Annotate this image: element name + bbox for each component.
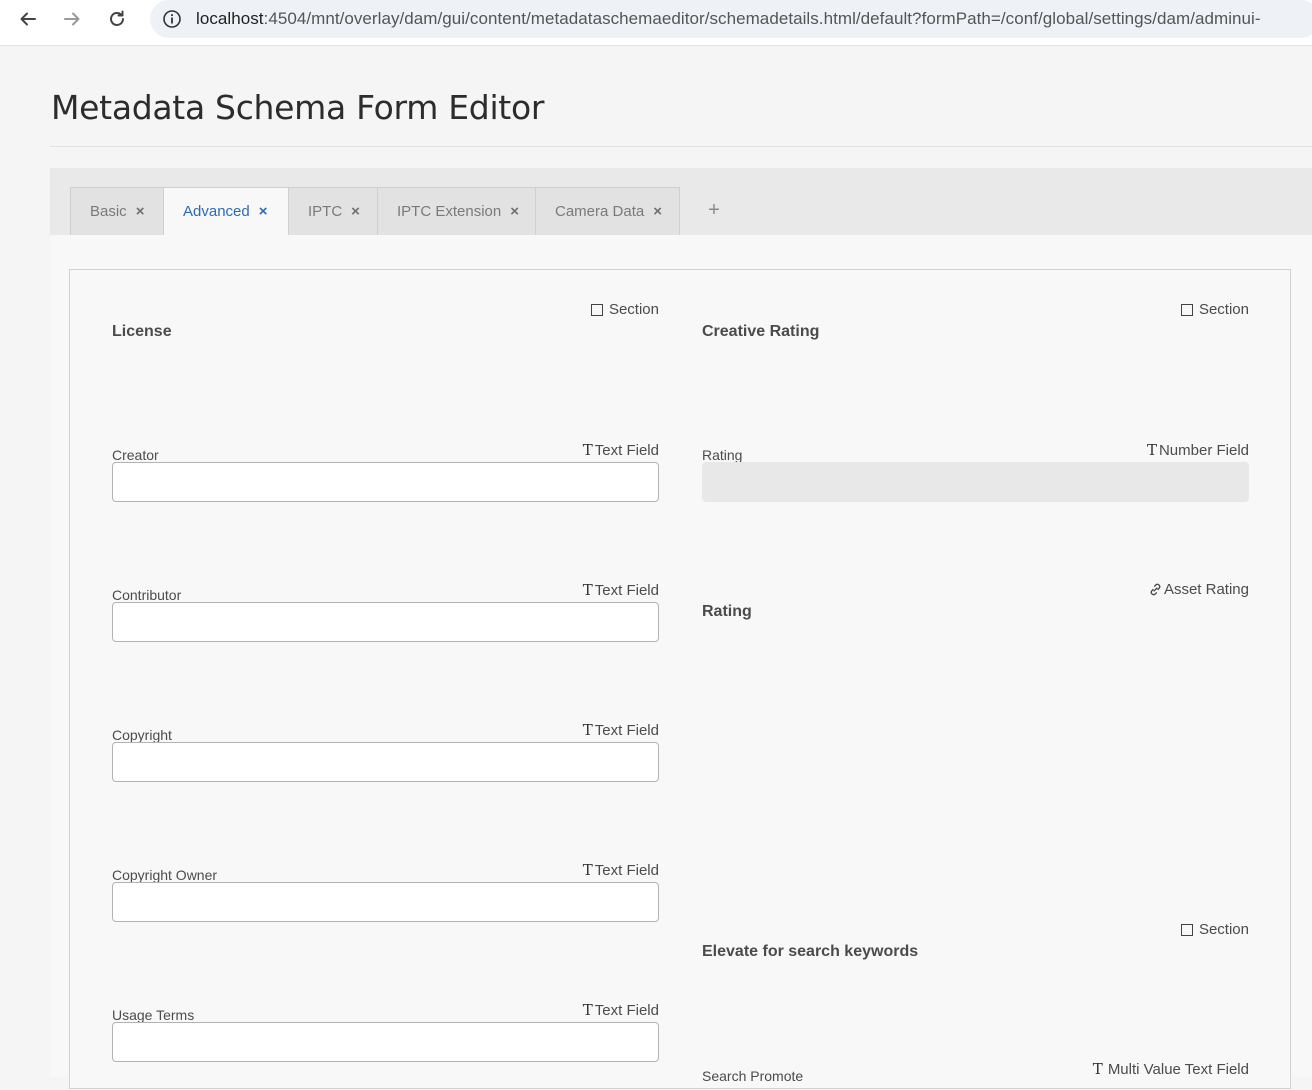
type-label: Section [1198, 301, 1249, 318]
asset-rating-item[interactable]: Asset Rating Rating [702, 581, 1249, 641]
type-label: Number Field [1158, 441, 1249, 459]
type-tag: T Multi Value Text Field [1093, 1060, 1249, 1078]
close-icon[interactable]: × [510, 204, 519, 219]
license-section[interactable]: Section License [112, 301, 659, 361]
text-type-icon: T [582, 721, 593, 739]
checkbox-icon [1180, 924, 1193, 936]
type-label: Multi Value Text Field [1107, 1060, 1249, 1078]
title-divider [50, 146, 1312, 147]
text-type-icon: T [1092, 1060, 1103, 1078]
creator-input[interactable] [112, 462, 659, 502]
back-button[interactable] [13, 6, 43, 32]
elevate-search-section[interactable]: Section Elevate for search keywords [702, 921, 1249, 981]
url-text[interactable]: localhost:4504/mnt/overlay/dam/gui/conte… [196, 9, 1261, 29]
type-tag: Asset Rating [1148, 581, 1249, 598]
section-heading: Elevate for search keywords [702, 943, 919, 960]
contributor-field-item[interactable]: T Text Field Contributor [112, 581, 659, 651]
field-label: Rating [702, 447, 743, 463]
checkbox-icon [590, 304, 603, 316]
field-label: Search Promote [702, 1068, 804, 1084]
type-tag: T Text Field [583, 721, 659, 739]
reload-icon [110, 10, 124, 26]
field-label: Contributor [112, 587, 182, 603]
copyright-owner-field-item[interactable]: T Text Field Copyright Owner [112, 861, 659, 931]
tab-iptc-extension[interactable]: IPTC Extension × [377, 187, 536, 235]
usage-terms-field-item[interactable]: T Text Field Usage Terms [112, 1001, 659, 1071]
close-icon[interactable]: × [259, 204, 268, 219]
checkbox-icon [1180, 304, 1193, 316]
type-label: Section [1198, 921, 1249, 938]
tab-label: IPTC [308, 203, 343, 220]
contributor-input[interactable] [112, 602, 659, 642]
field-label: Copyright [112, 727, 172, 743]
forward-button[interactable] [57, 6, 87, 32]
reload-button[interactable] [102, 6, 132, 32]
creator-field-item[interactable]: T Text Field Creator [112, 441, 659, 511]
arrow-left-icon [20, 12, 36, 26]
text-type-icon: T [1146, 441, 1157, 459]
page-title: Metadata Schema Form Editor [51, 88, 545, 127]
close-icon[interactable]: × [136, 204, 145, 219]
search-promote-field-item[interactable]: T Multi Value Text Field Search Promote [702, 1060, 1249, 1090]
address-bar[interactable]: localhost:4504/mnt/overlay/dam/gui/conte… [150, 0, 1312, 38]
type-tag: T Text Field [583, 1001, 659, 1019]
add-tab-button[interactable]: + [704, 198, 724, 222]
type-tag: Section [1180, 301, 1249, 318]
section-heading: License [112, 323, 172, 340]
tab-label: IPTC Extension [397, 203, 502, 220]
text-type-icon: T [582, 1001, 593, 1019]
type-label: Text Field [594, 861, 659, 879]
copyright-owner-input[interactable] [112, 882, 659, 922]
rating-field-item[interactable]: T Number Field Rating [702, 441, 1249, 511]
type-tag: T Text Field [583, 581, 659, 599]
tab-label: Basic [90, 203, 127, 220]
section-heading: Creative Rating [702, 323, 820, 340]
section-heading: Rating [702, 603, 752, 620]
type-tag: Section [590, 301, 659, 318]
type-label: Text Field [594, 581, 659, 599]
arrow-right-icon [64, 12, 80, 26]
text-type-icon: T [582, 441, 593, 459]
tab-iptc[interactable]: IPTC × [288, 187, 378, 235]
tab-advanced[interactable]: Advanced × [163, 187, 289, 235]
field-label: Copyright Owner [112, 867, 218, 883]
copyright-input[interactable] [112, 742, 659, 782]
link-icon [1150, 583, 1161, 596]
type-tag: T Text Field [583, 861, 659, 879]
field-label: Usage Terms [112, 1007, 195, 1023]
type-label: Text Field [594, 1001, 659, 1019]
type-tag: T Number Field [1147, 441, 1249, 459]
tab-label: Camera Data [555, 203, 645, 220]
text-type-icon: T [582, 861, 593, 879]
info-icon[interactable] [162, 9, 182, 29]
form-canvas: Section License T Text Field Creator T Tex… [69, 269, 1291, 1089]
creative-rating-section[interactable]: Section Creative Rating [702, 301, 1249, 361]
usage-terms-input[interactable] [112, 1022, 659, 1062]
url-path: :4504/mnt/overlay/dam/gui/content/metada… [263, 9, 1261, 28]
type-tag: Section [1180, 921, 1249, 938]
type-label: Text Field [594, 441, 659, 459]
type-tag: T Text Field [583, 441, 659, 459]
field-label: Creator [112, 447, 159, 463]
tab-bar: Basic × Advanced × IPTC × IPTC Extension… [50, 168, 1312, 235]
close-icon[interactable]: × [351, 204, 360, 219]
tab-label: Advanced [183, 203, 250, 220]
text-type-icon: T [582, 581, 593, 599]
tab-basic[interactable]: Basic × [70, 187, 164, 235]
type-label: Section [608, 301, 659, 318]
tab-camera-data[interactable]: Camera Data × [535, 187, 680, 235]
copyright-field-item[interactable]: T Text Field Copyright [112, 721, 659, 791]
close-icon[interactable]: × [653, 204, 662, 219]
rating-input[interactable] [702, 462, 1249, 502]
type-label: Text Field [594, 721, 659, 739]
type-label: Asset Rating [1163, 581, 1249, 598]
browser-toolbar: localhost:4504/mnt/overlay/dam/gui/conte… [0, 0, 1312, 46]
url-host: localhost [196, 9, 264, 28]
